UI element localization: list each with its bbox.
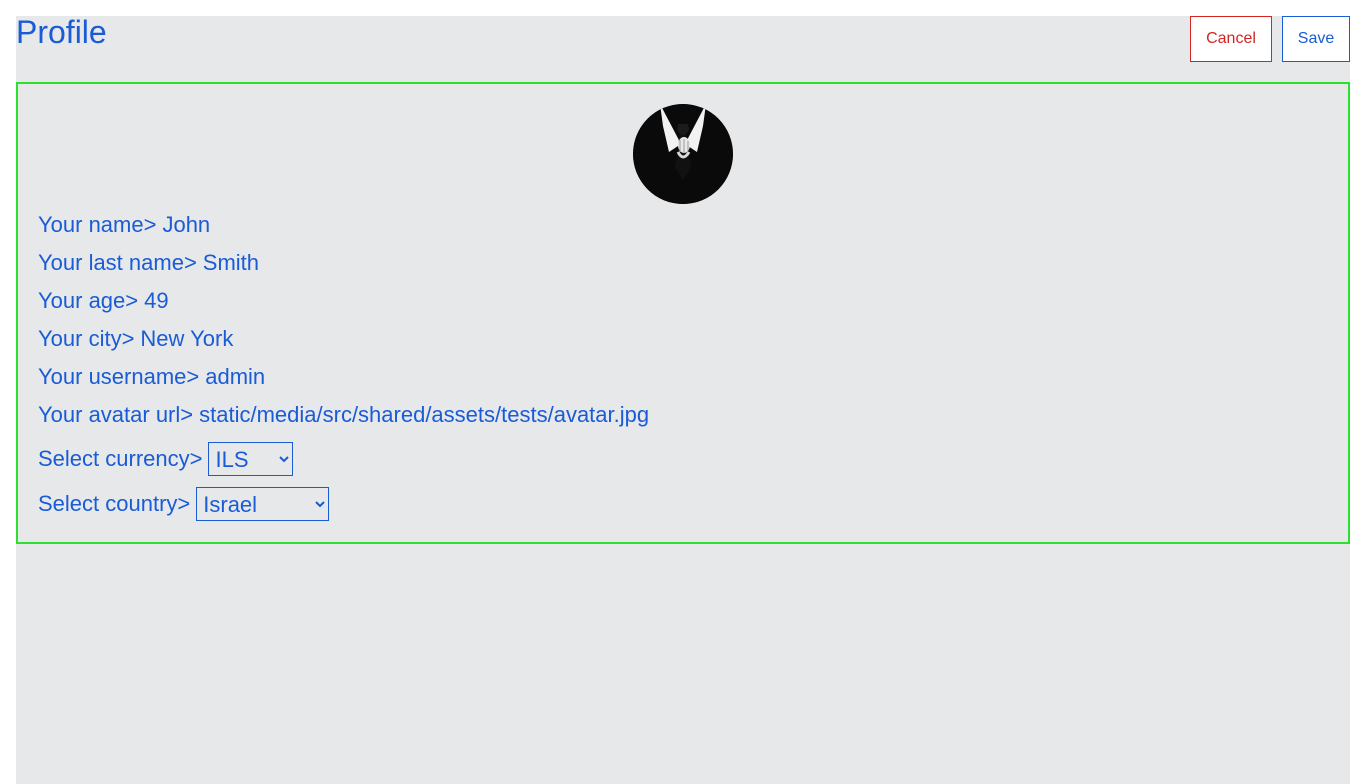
- field-value: Smith: [202, 250, 260, 275]
- currency-row: Select currency> ILS: [38, 442, 294, 476]
- profile-card: Your name> John Your last name> Smith Yo…: [16, 82, 1350, 544]
- field-value: New York: [140, 326, 234, 351]
- country-label: Select country>: [38, 491, 191, 516]
- field-value: John: [162, 212, 211, 237]
- field-city: Your city> New York: [38, 326, 233, 352]
- save-button[interactable]: Save: [1282, 16, 1350, 62]
- field-username: Your username> admin: [38, 364, 265, 390]
- cancel-button[interactable]: Cancel: [1190, 16, 1272, 62]
- field-value: 49: [144, 288, 169, 313]
- field-label: Your age>: [38, 288, 139, 313]
- country-select[interactable]: Israel: [196, 487, 330, 521]
- field-label: Your name>: [38, 212, 157, 237]
- field-label: Your avatar url>: [38, 402, 194, 427]
- field-label: Your city>: [38, 326, 135, 351]
- page-title: Profile: [16, 14, 107, 50]
- field-label: Your last name>: [38, 250, 197, 275]
- field-age: Your age> 49: [38, 288, 169, 314]
- suit-and-tie-avatar-icon: [633, 104, 733, 204]
- country-row: Select country> Israel: [38, 487, 330, 521]
- field-value: static/media/src/shared/assets/tests/ava…: [199, 402, 650, 427]
- field-value: admin: [205, 364, 266, 389]
- avatar: [633, 104, 733, 204]
- field-label: Your username>: [38, 364, 200, 389]
- field-name: Your name> John: [38, 212, 210, 238]
- currency-label: Select currency>: [38, 446, 203, 471]
- field-avatar-url: Your avatar url> static/media/src/shared…: [38, 402, 649, 428]
- field-last-name: Your last name> Smith: [38, 250, 259, 276]
- currency-select[interactable]: ILS: [208, 442, 294, 476]
